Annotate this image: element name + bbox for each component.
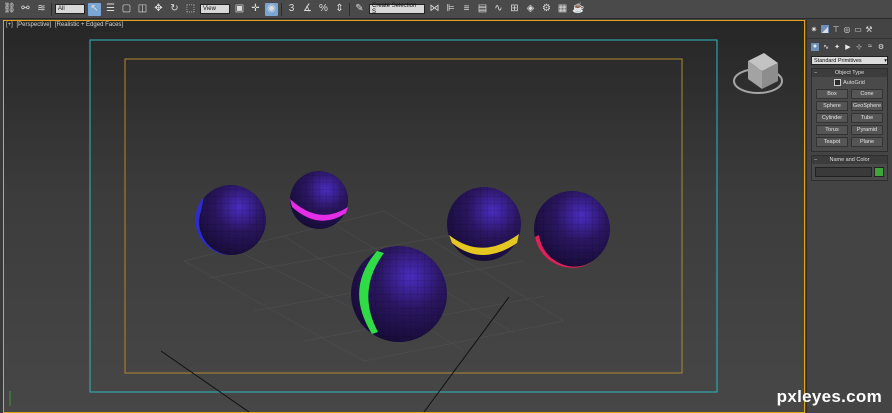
name-and-color-rollout: − Name and Color — [811, 155, 888, 181]
modify-tab-icon[interactable]: ◢ — [821, 25, 829, 34]
name-row — [812, 164, 887, 180]
selection-filter-value: All — [58, 6, 65, 12]
align-icon[interactable]: ⊫ — [444, 3, 457, 16]
toolbar-divider — [281, 2, 282, 16]
snaps-toggle-icon[interactable]: 3 — [285, 3, 298, 16]
box-button[interactable]: Box — [816, 89, 848, 99]
pyramid-button[interactable]: Pyramid — [851, 125, 883, 135]
curve-editor-icon[interactable]: ∿ — [492, 3, 505, 16]
hierarchy-tab-icon[interactable]: ⊤ — [832, 25, 840, 34]
sphere-yellow-band — [447, 187, 521, 261]
move-icon[interactable]: ✥ — [152, 3, 165, 16]
link-icon[interactable]: ⛓ — [3, 3, 16, 16]
rotate-icon[interactable]: ↻ — [168, 3, 181, 16]
name-and-color-title: Name and Color — [829, 157, 870, 163]
teapot-button[interactable]: Teapot — [816, 137, 848, 147]
percent-snap-icon[interactable]: % — [317, 3, 330, 16]
named-selection-value: Create Selection S — [372, 3, 417, 15]
mirror-icon[interactable]: ⋈ — [428, 3, 441, 16]
helpers-icon[interactable]: ⊹ — [855, 43, 863, 51]
primitive-category-dropdown[interactable]: Standard Primitives ▾ — [811, 56, 888, 65]
space-warps-icon[interactable]: ≈ — [866, 43, 874, 51]
edit-named-sets-icon[interactable]: ✎ — [353, 3, 366, 16]
create-tab-icon[interactable]: ✷ — [810, 25, 818, 34]
primitive-category-value: Standard Primitives — [814, 57, 862, 64]
viewport-scene — [9, 39, 783, 412]
cone-button[interactable]: Cone — [851, 89, 883, 99]
cylinder-button[interactable]: Cylinder — [816, 113, 848, 123]
object-color-swatch[interactable] — [874, 167, 884, 177]
window-crossing-icon[interactable]: ◫ — [136, 3, 149, 16]
layer-manager-icon[interactable]: ≡ — [460, 3, 473, 16]
object-type-title: Object Type — [834, 70, 865, 76]
sphere-magenta-band — [290, 171, 348, 229]
utilities-tab-icon[interactable]: ⚒ — [865, 25, 873, 34]
object-type-rollout: − Object Type AutoGrid Box Cone Sphere G… — [811, 68, 888, 152]
pivot-center-icon[interactable]: ▣ — [233, 3, 246, 16]
select-object-icon[interactable]: ↖ — [88, 2, 101, 16]
geosphere-button[interactable]: GeoSphere — [851, 101, 883, 111]
perspective-viewport[interactable]: [+] [Perspective] [Realistic + Edged Fac… — [3, 20, 805, 413]
select-manipulate-icon[interactable]: ✛ — [249, 3, 262, 16]
torus-button[interactable]: Torus — [816, 125, 848, 135]
spinner-snap-icon[interactable]: ⇕ — [333, 3, 346, 16]
display-tab-icon[interactable]: ▭ — [854, 25, 862, 34]
create-categories: ● ∿ ✦ ▶ ⊹ ≈ ⚙ — [807, 38, 892, 54]
object-name-field[interactable] — [815, 167, 872, 177]
toolbar-divider — [51, 2, 52, 16]
sphere-red-rim — [534, 191, 610, 268]
pxleyes-watermark: pxleyes.com — [776, 387, 882, 406]
ref-coord-value: View — [203, 6, 216, 12]
render-setup-icon[interactable]: ⚙ — [540, 3, 553, 16]
geometry-icon[interactable]: ● — [811, 42, 819, 51]
scale-icon[interactable]: ⬚ — [184, 3, 197, 16]
command-panel-tabs: ✷ ◢ ⊤ ◎ ▭ ⚒ — [807, 20, 892, 38]
scene-line-left — [160, 350, 250, 412]
sphere-green-band — [351, 246, 447, 342]
angle-snap-icon[interactable]: ∡ — [301, 3, 314, 16]
motion-tab-icon[interactable]: ◎ — [843, 25, 851, 34]
object-type-buttons: Box Cone Sphere GeoSphere Cylinder Tube … — [812, 88, 887, 151]
toolbar-divider — [349, 2, 350, 16]
schematic-view-icon[interactable]: ⊞ — [508, 3, 521, 16]
cameras-icon[interactable]: ▶ — [844, 43, 852, 51]
autogrid-label: AutoGrid — [843, 79, 865, 86]
unlink-icon[interactable]: ⚯ — [19, 3, 32, 16]
sphere-button[interactable]: Sphere — [816, 101, 848, 111]
sphere-blue-rim — [195, 185, 266, 256]
collapse-icon: − — [814, 157, 818, 163]
tube-button[interactable]: Tube — [851, 113, 883, 123]
object-type-header[interactable]: − Object Type — [812, 69, 887, 77]
rendered-frame-icon[interactable]: ▦ — [556, 3, 569, 16]
plane-button[interactable]: Plane — [851, 137, 883, 147]
systems-icon[interactable]: ⚙ — [877, 43, 885, 51]
viewcube — [733, 53, 783, 94]
named-selection-dropdown[interactable]: Create Selection S — [369, 3, 425, 15]
selection-filter-dropdown[interactable]: All — [55, 4, 85, 14]
autogrid-checkbox[interactable] — [834, 79, 842, 86]
main-toolbar: ⛓ ⚯ ≋ All ↖ ☰ ▢ ◫ ✥ ↻ ⬚ View ▣ ✛ ◉ 3 ∡ %… — [0, 0, 892, 19]
ref-coord-dropdown[interactable]: View — [200, 4, 230, 14]
render-production-icon[interactable]: ☕ — [572, 3, 585, 16]
rect-selection-icon[interactable]: ▢ — [120, 3, 133, 16]
material-editor-icon[interactable]: ◈ — [524, 3, 537, 16]
graphite-ribbon-icon[interactable]: ▤ — [476, 3, 489, 16]
command-panel: ✷ ◢ ⊤ ◎ ▭ ⚒ ● ∿ ✦ ▶ ⊹ ≈ ⚙ Standard Primi… — [806, 20, 892, 413]
collapse-icon: − — [814, 70, 818, 76]
keyboard-shortcut-icon[interactable]: ◉ — [265, 2, 278, 16]
name-and-color-header[interactable]: − Name and Color — [812, 156, 887, 164]
shapes-icon[interactable]: ∿ — [822, 43, 830, 51]
lights-icon[interactable]: ✦ — [833, 43, 841, 51]
chevron-down-icon: ▾ — [884, 57, 887, 64]
select-by-name-icon[interactable]: ☰ — [104, 3, 117, 16]
autogrid-row: AutoGrid — [812, 77, 887, 88]
bind-space-warp-icon[interactable]: ≋ — [35, 3, 48, 16]
